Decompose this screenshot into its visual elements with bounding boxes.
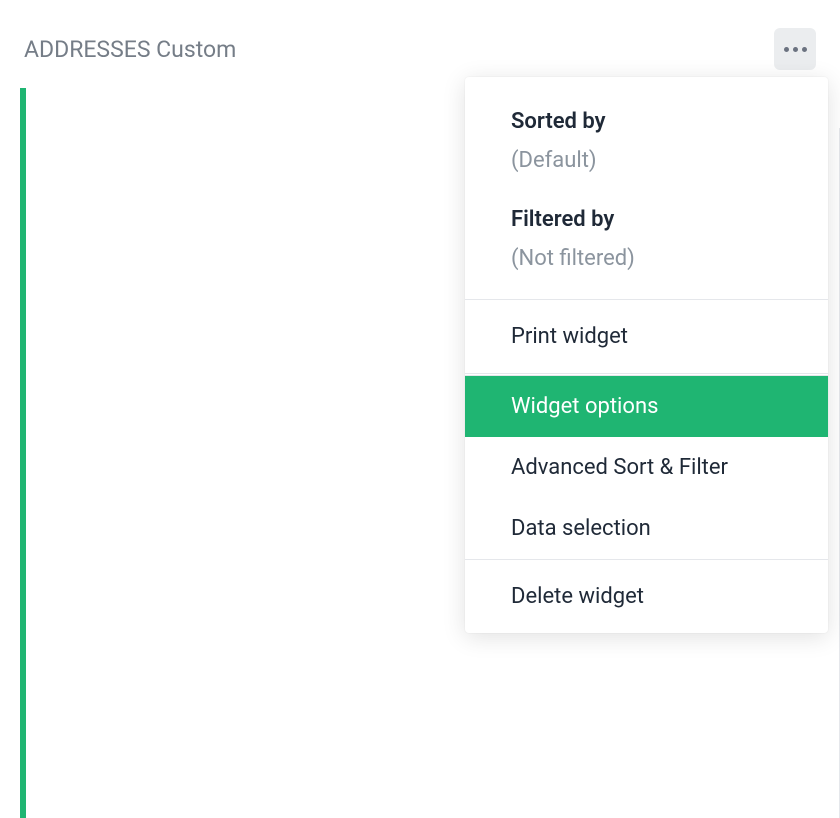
sorted-by-value: (Default) xyxy=(511,148,782,173)
menu-group-options: Widget options Advanced Sort & Filter Da… xyxy=(465,376,828,559)
panel-header: ADDRESSES Custom xyxy=(0,0,840,88)
sorted-by-label: Sorted by xyxy=(511,109,782,134)
dropdown-status-section: Sorted by (Default) Filtered by (Not fil… xyxy=(465,77,828,299)
menu-item-data-selection[interactable]: Data selection xyxy=(465,498,828,559)
more-icon xyxy=(793,47,798,52)
filtered-by-value: (Not filtered) xyxy=(511,246,782,271)
sorted-by-group: Sorted by (Default) xyxy=(511,109,782,173)
filtered-by-group: Filtered by (Not filtered) xyxy=(511,207,782,271)
more-icon xyxy=(784,47,789,52)
menu-item-delete-widget[interactable]: Delete widget xyxy=(465,566,828,627)
menu-item-print-widget[interactable]: Print widget xyxy=(465,306,828,367)
menu-group-delete: Delete widget xyxy=(465,560,828,633)
filtered-by-label: Filtered by xyxy=(511,207,782,232)
more-icon xyxy=(802,47,807,52)
menu-group-print: Print widget xyxy=(465,300,828,373)
menu-item-widget-options[interactable]: Widget options xyxy=(465,376,828,437)
widget-options-dropdown: Sorted by (Default) Filtered by (Not fil… xyxy=(465,77,828,633)
menu-item-advanced-sort-filter[interactable]: Advanced Sort & Filter xyxy=(465,437,828,498)
panel-title: ADDRESSES Custom xyxy=(24,36,236,63)
more-options-button[interactable] xyxy=(774,28,816,70)
